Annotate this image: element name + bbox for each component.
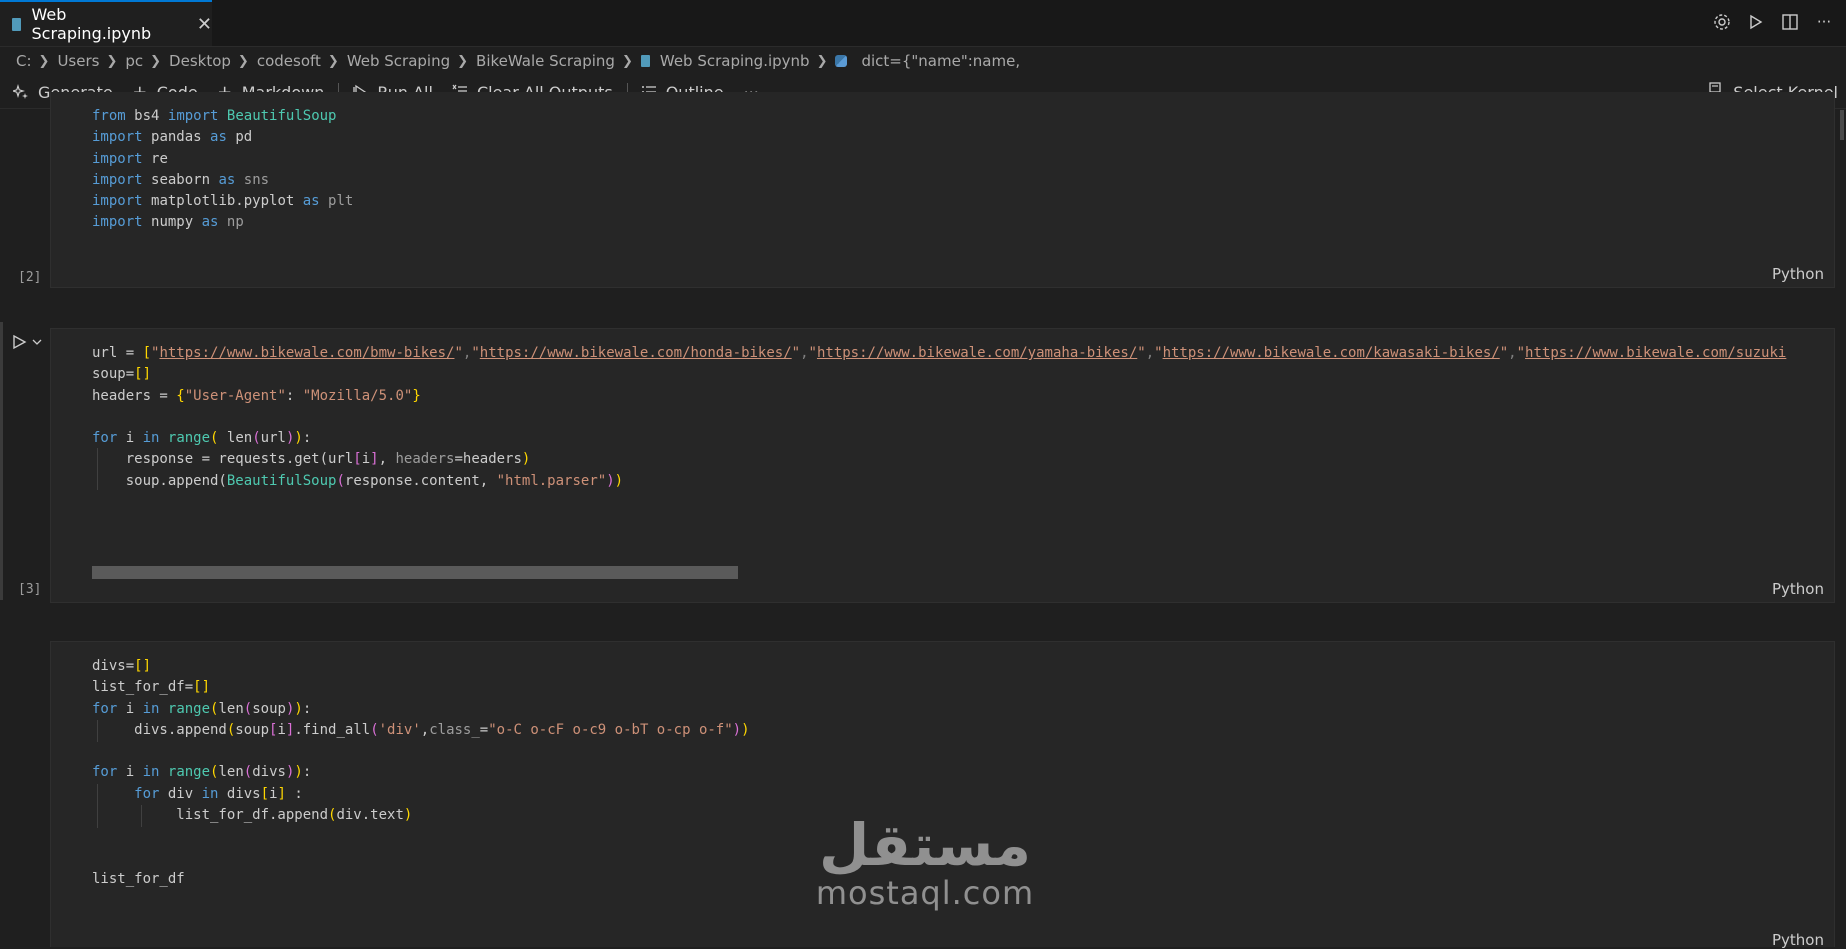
settings-icon[interactable] bbox=[1712, 12, 1732, 32]
chevron-right-icon: ❯ bbox=[106, 53, 118, 69]
execution-count: [2] bbox=[18, 270, 42, 285]
cell-focus-indicator bbox=[0, 322, 3, 600]
code-cell[interactable]: from bs4 import BeautifulSoup import pan… bbox=[50, 92, 1835, 288]
cell-code-editor[interactable]: from bs4 import BeautifulSoup import pan… bbox=[92, 106, 353, 234]
chevron-right-icon: ❯ bbox=[457, 53, 469, 69]
breadcrumb: C: ❯ Users ❯ pc ❯ Desktop ❯ codesoft ❯ Web Sc… bbox=[0, 46, 1846, 76]
run-cell-button[interactable] bbox=[12, 334, 42, 354]
sparkle-icon bbox=[12, 83, 30, 101]
cell-code-editor[interactable]: divs=[] list_for_df=[] for i in range(le… bbox=[92, 656, 750, 890]
tab-title: Web Scraping.ipynb bbox=[31, 5, 152, 43]
notebook-file-icon bbox=[12, 17, 22, 31]
indent-guide bbox=[97, 784, 98, 828]
close-icon[interactable]: ✕ bbox=[197, 14, 212, 35]
breadcrumb-item[interactable]: codesoft bbox=[257, 52, 321, 70]
indent-guide bbox=[97, 448, 98, 490]
vertical-scrollbar[interactable] bbox=[1840, 110, 1844, 140]
chevron-right-icon: ❯ bbox=[150, 53, 162, 69]
execution-count: [3] bbox=[18, 582, 42, 597]
cell-code-editor[interactable]: url = ["https://www.bikewale.com/bmw-bik… bbox=[92, 343, 1786, 492]
cell-language-label[interactable]: Python bbox=[1772, 580, 1824, 598]
chevron-right-icon: ❯ bbox=[816, 53, 828, 69]
editor-actions: ··· bbox=[1712, 12, 1834, 32]
breadcrumb-symbol-label: dict={"name":name, bbox=[861, 52, 1021, 70]
chevron-right-icon: ❯ bbox=[237, 53, 249, 69]
chevron-right-icon: ❯ bbox=[327, 53, 339, 69]
run-icon[interactable] bbox=[1746, 12, 1766, 32]
breadcrumb-item[interactable]: C: bbox=[16, 52, 32, 70]
chevron-right-icon: ❯ bbox=[621, 53, 633, 69]
python-icon bbox=[835, 55, 848, 67]
chevron-right-icon: ❯ bbox=[38, 53, 50, 69]
breadcrumb-item[interactable]: Web Scraping bbox=[347, 52, 450, 70]
breadcrumb-item[interactable]: pc bbox=[125, 52, 143, 70]
split-editor-icon[interactable] bbox=[1780, 12, 1800, 32]
indent-guide bbox=[97, 720, 98, 742]
more-icon[interactable]: ··· bbox=[1814, 12, 1834, 32]
breadcrumb-file-label: Web Scraping.ipynb bbox=[659, 52, 810, 70]
watermark-logo: مستقل mostaql.com bbox=[810, 815, 1040, 911]
notebook-file-icon bbox=[640, 55, 650, 67]
cell-language-label[interactable]: Python bbox=[1772, 931, 1824, 949]
indent-guide bbox=[141, 805, 142, 827]
breadcrumb-item[interactable]: Users bbox=[57, 52, 99, 70]
breadcrumb-symbol[interactable]: dict={"name":name, bbox=[835, 52, 1020, 70]
code-cell[interactable]: url = ["https://www.bikewale.com/bmw-bik… bbox=[50, 328, 1835, 603]
breadcrumb-file[interactable]: Web Scraping.ipynb bbox=[640, 52, 810, 70]
cell-language-label[interactable]: Python bbox=[1772, 265, 1824, 283]
watermark-latin: mostaql.com bbox=[815, 874, 1035, 912]
notebook-tab[interactable]: Web Scraping.ipynb ✕ bbox=[0, 0, 212, 46]
editor-tab-bar: Web Scraping.ipynb ✕ ··· bbox=[0, 0, 1846, 47]
breadcrumb-item[interactable]: BikeWale Scraping bbox=[476, 52, 615, 70]
output-progress-bar bbox=[92, 566, 738, 579]
breadcrumb-item[interactable]: Desktop bbox=[169, 52, 231, 70]
watermark-arabic: مستقل bbox=[818, 811, 1032, 879]
